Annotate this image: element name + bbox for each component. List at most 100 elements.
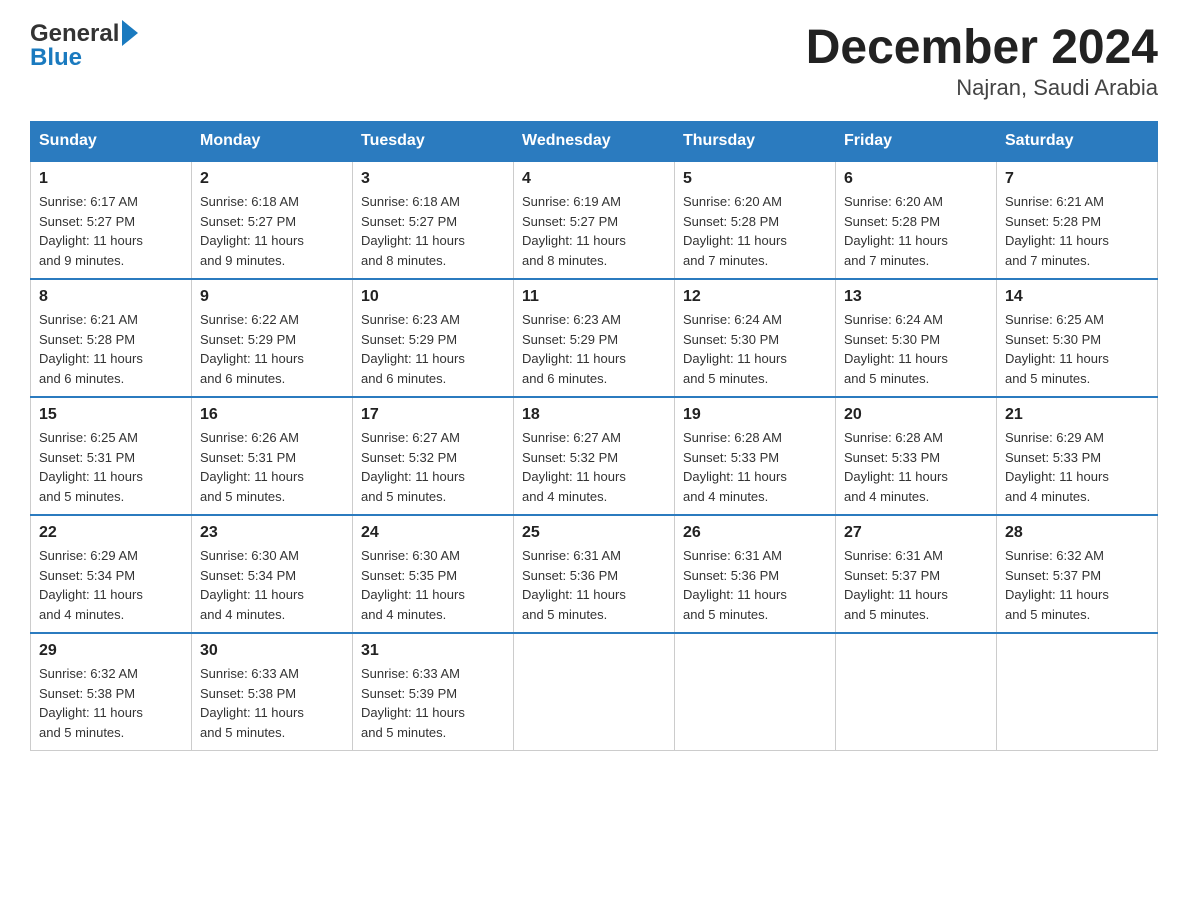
table-row: 29 Sunrise: 6:32 AMSunset: 5:38 PMDayligh… — [31, 633, 192, 751]
table-row: 26 Sunrise: 6:31 AMSunset: 5:36 PMDayligh… — [675, 515, 836, 633]
day-number: 3 — [361, 170, 505, 188]
table-row: 21 Sunrise: 6:29 AMSunset: 5:33 PMDayligh… — [997, 397, 1158, 515]
calendar-body: 1 Sunrise: 6:17 AMSunset: 5:27 PMDaylight… — [31, 161, 1158, 751]
day-info: Sunrise: 6:29 AMSunset: 5:34 PMDaylight:… — [39, 546, 183, 624]
day-info: Sunrise: 6:32 AMSunset: 5:37 PMDaylight:… — [1005, 546, 1149, 624]
day-info: Sunrise: 6:18 AMSunset: 5:27 PMDaylight:… — [361, 192, 505, 270]
table-row — [675, 633, 836, 751]
day-number: 19 — [683, 406, 827, 424]
calendar-week-row: 1 Sunrise: 6:17 AMSunset: 5:27 PMDaylight… — [31, 161, 1158, 279]
day-info: Sunrise: 6:28 AMSunset: 5:33 PMDaylight:… — [844, 428, 988, 506]
day-number: 8 — [39, 288, 183, 306]
day-info: Sunrise: 6:33 AMSunset: 5:39 PMDaylight:… — [361, 664, 505, 742]
table-row: 12Sunrise: 6:24 AMSunset: 5:30 PMDayligh… — [675, 279, 836, 397]
col-thursday: Thursday — [675, 122, 836, 162]
table-row: 16 Sunrise: 6:26 AMSunset: 5:31 PMDayligh… — [192, 397, 353, 515]
table-row: 10 Sunrise: 6:23 AMSunset: 5:29 PMDayligh… — [353, 279, 514, 397]
location-title: Najran, Saudi Arabia — [806, 75, 1158, 101]
day-info: Sunrise: 6:22 AMSunset: 5:29 PMDaylight:… — [200, 310, 344, 388]
day-number: 24 — [361, 524, 505, 542]
day-number: 5 — [683, 170, 827, 188]
day-number: 27 — [844, 524, 988, 542]
table-row: 7Sunrise: 6:21 AMSunset: 5:28 PMDaylight… — [997, 161, 1158, 279]
day-number: 1 — [39, 170, 183, 188]
day-number: 6 — [844, 170, 988, 188]
day-info: Sunrise: 6:23 AMSunset: 5:29 PMDaylight:… — [522, 310, 666, 388]
day-info: Sunrise: 6:20 AMSunset: 5:28 PMDaylight:… — [844, 192, 988, 270]
day-number: 20 — [844, 406, 988, 424]
day-info: Sunrise: 6:23 AMSunset: 5:29 PMDaylight:… — [361, 310, 505, 388]
col-sunday: Sunday — [31, 122, 192, 162]
day-info: Sunrise: 6:17 AMSunset: 5:27 PMDaylight:… — [39, 192, 183, 270]
header-row: Sunday Monday Tuesday Wednesday Thursday… — [31, 122, 1158, 162]
day-number: 30 — [200, 642, 344, 660]
logo-triangle-icon — [122, 20, 138, 46]
day-info: Sunrise: 6:31 AMSunset: 5:37 PMDaylight:… — [844, 546, 988, 624]
table-row: 23 Sunrise: 6:30 AMSunset: 5:34 PMDayligh… — [192, 515, 353, 633]
calendar-week-row: 15 Sunrise: 6:25 AMSunset: 5:31 PMDayligh… — [31, 397, 1158, 515]
logo-blue-text: Blue — [30, 44, 82, 72]
day-info: Sunrise: 6:19 AMSunset: 5:27 PMDaylight:… — [522, 192, 666, 270]
day-number: 26 — [683, 524, 827, 542]
logo: General Blue — [30, 20, 138, 72]
day-info: Sunrise: 6:18 AMSunset: 5:27 PMDaylight:… — [200, 192, 344, 270]
day-info: Sunrise: 6:30 AMSunset: 5:35 PMDaylight:… — [361, 546, 505, 624]
table-row: 30 Sunrise: 6:33 AMSunset: 5:38 PMDayligh… — [192, 633, 353, 751]
day-number: 28 — [1005, 524, 1149, 542]
table-row: 6 Sunrise: 6:20 AMSunset: 5:28 PMDaylight… — [836, 161, 997, 279]
calendar-week-row: 22 Sunrise: 6:29 AMSunset: 5:34 PMDayligh… — [31, 515, 1158, 633]
calendar-table: Sunday Monday Tuesday Wednesday Thursday… — [30, 121, 1158, 751]
table-row: 20 Sunrise: 6:28 AMSunset: 5:33 PMDayligh… — [836, 397, 997, 515]
table-row — [836, 633, 997, 751]
table-row: 27 Sunrise: 6:31 AMSunset: 5:37 PMDayligh… — [836, 515, 997, 633]
day-number: 15 — [39, 406, 183, 424]
table-row: 18Sunrise: 6:27 AMSunset: 5:32 PMDayligh… — [514, 397, 675, 515]
page-header: General Blue December 2024 Najran, Saudi… — [30, 20, 1158, 101]
day-number: 10 — [361, 288, 505, 306]
col-saturday: Saturday — [997, 122, 1158, 162]
table-row: 14Sunrise: 6:25 AMSunset: 5:30 PMDayligh… — [997, 279, 1158, 397]
day-number: 16 — [200, 406, 344, 424]
day-info: Sunrise: 6:32 AMSunset: 5:38 PMDaylight:… — [39, 664, 183, 742]
table-row — [514, 633, 675, 751]
table-row: 17Sunrise: 6:27 AMSunset: 5:32 PMDayligh… — [353, 397, 514, 515]
day-info: Sunrise: 6:20 AMSunset: 5:28 PMDaylight:… — [683, 192, 827, 270]
day-info: Sunrise: 6:25 AMSunset: 5:31 PMDaylight:… — [39, 428, 183, 506]
day-number: 9 — [200, 288, 344, 306]
table-row: 25Sunrise: 6:31 AMSunset: 5:36 PMDayligh… — [514, 515, 675, 633]
table-row: 15 Sunrise: 6:25 AMSunset: 5:31 PMDayligh… — [31, 397, 192, 515]
table-row: 13Sunrise: 6:24 AMSunset: 5:30 PMDayligh… — [836, 279, 997, 397]
day-number: 4 — [522, 170, 666, 188]
table-row: 24 Sunrise: 6:30 AMSunset: 5:35 PMDayligh… — [353, 515, 514, 633]
table-row: 28 Sunrise: 6:32 AMSunset: 5:37 PMDayligh… — [997, 515, 1158, 633]
col-friday: Friday — [836, 122, 997, 162]
table-row: 2 Sunrise: 6:18 AMSunset: 5:27 PMDaylight… — [192, 161, 353, 279]
day-number: 22 — [39, 524, 183, 542]
table-row: 31Sunrise: 6:33 AMSunset: 5:39 PMDayligh… — [353, 633, 514, 751]
day-info: Sunrise: 6:26 AMSunset: 5:31 PMDaylight:… — [200, 428, 344, 506]
day-number: 23 — [200, 524, 344, 542]
col-monday: Monday — [192, 122, 353, 162]
calendar-header: Sunday Monday Tuesday Wednesday Thursday… — [31, 122, 1158, 162]
day-number: 21 — [1005, 406, 1149, 424]
table-row: 4 Sunrise: 6:19 AMSunset: 5:27 PMDaylight… — [514, 161, 675, 279]
day-info: Sunrise: 6:29 AMSunset: 5:33 PMDaylight:… — [1005, 428, 1149, 506]
day-info: Sunrise: 6:31 AMSunset: 5:36 PMDaylight:… — [522, 546, 666, 624]
col-tuesday: Tuesday — [353, 122, 514, 162]
day-number: 2 — [200, 170, 344, 188]
table-row: 5 Sunrise: 6:20 AMSunset: 5:28 PMDaylight… — [675, 161, 836, 279]
table-row: 3 Sunrise: 6:18 AMSunset: 5:27 PMDaylight… — [353, 161, 514, 279]
title-area: December 2024 Najran, Saudi Arabia — [806, 20, 1158, 101]
day-number: 29 — [39, 642, 183, 660]
table-row: 22 Sunrise: 6:29 AMSunset: 5:34 PMDayligh… — [31, 515, 192, 633]
day-info: Sunrise: 6:33 AMSunset: 5:38 PMDaylight:… — [200, 664, 344, 742]
calendar-week-row: 29 Sunrise: 6:32 AMSunset: 5:38 PMDayligh… — [31, 633, 1158, 751]
day-info: Sunrise: 6:30 AMSunset: 5:34 PMDaylight:… — [200, 546, 344, 624]
table-row: 1 Sunrise: 6:17 AMSunset: 5:27 PMDaylight… — [31, 161, 192, 279]
day-info: Sunrise: 6:24 AMSunset: 5:30 PMDaylight:… — [844, 310, 988, 388]
day-info: Sunrise: 6:31 AMSunset: 5:36 PMDaylight:… — [683, 546, 827, 624]
day-info: Sunrise: 6:28 AMSunset: 5:33 PMDaylight:… — [683, 428, 827, 506]
day-number: 11 — [522, 288, 666, 306]
day-number: 17 — [361, 406, 505, 424]
day-info: Sunrise: 6:27 AMSunset: 5:32 PMDaylight:… — [522, 428, 666, 506]
